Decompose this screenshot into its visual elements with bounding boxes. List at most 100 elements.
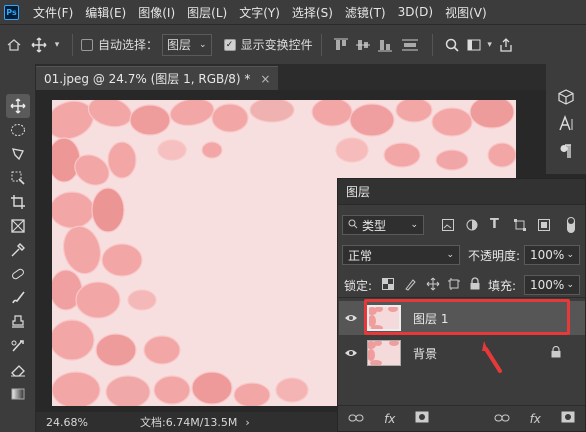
layers-panel: 图层 类型 ⌄ T 正常 ⌄ 不透明度: 100% ⌄ 锁定: 填充: 100%… (337, 178, 586, 432)
layer-name[interactable]: 背景 (413, 345, 437, 362)
eyedropper-icon[interactable] (6, 238, 30, 262)
share-icon[interactable] (495, 37, 517, 52)
divider (320, 33, 322, 56)
3d-cube-icon[interactable] (555, 86, 577, 108)
menu-select[interactable]: 选择(S) (286, 4, 339, 21)
menu-filter[interactable]: 滤镜(T) (339, 4, 392, 21)
lock-icon (551, 345, 561, 361)
filter-adjustment-icon[interactable] (466, 219, 478, 231)
character-icon[interactable] (555, 112, 577, 134)
layer-filter-value: 类型 (362, 218, 387, 233)
fill-label: 填充: (488, 279, 517, 293)
layer-mask-icon[interactable] (415, 411, 429, 426)
menu-edit[interactable]: 编辑(E) (79, 4, 132, 21)
filter-type-icon[interactable]: T (490, 217, 499, 232)
menu-bar: Ps 文件(F) 编辑(E) 图像(I) 图层(L) 文字(Y) 选择(S) 滤… (0, 0, 586, 24)
fill-field[interactable]: 100% ⌄ (524, 275, 580, 295)
opacity-value: 100% (530, 248, 565, 262)
document-tab[interactable]: 01.jpeg @ 24.7% (图层 1, RGB/8) * × (36, 66, 279, 90)
crop-icon[interactable] (6, 190, 30, 214)
fill-value: 100% (530, 278, 565, 292)
divider (431, 33, 433, 56)
frame-icon[interactable] (6, 214, 30, 238)
history-brush-icon[interactable] (6, 334, 30, 358)
layer-thumbnail (367, 340, 401, 366)
blend-mode-value: 正常 (348, 248, 373, 263)
filter-image-icon[interactable] (442, 219, 454, 231)
menu-layer[interactable]: 图层(L) (181, 4, 233, 21)
lasso-icon[interactable] (6, 142, 30, 166)
zoom-level[interactable]: 24.68% (46, 416, 126, 429)
menu-image[interactable]: 图像(I) (132, 4, 181, 21)
divider (72, 33, 73, 56)
eraser-icon[interactable] (6, 358, 30, 382)
gradient-icon[interactable] (6, 382, 30, 406)
annotation-arrow (482, 341, 502, 373)
fx-icon[interactable]: fx (530, 412, 541, 426)
link-layers-icon[interactable] (348, 412, 364, 426)
link-layers-icon[interactable] (494, 412, 510, 426)
layer-row-background[interactable]: 背景 (339, 336, 585, 370)
filter-shape-icon[interactable] (514, 219, 526, 231)
auto-select-label: 自动选择： (98, 38, 159, 52)
chevron-down-icon[interactable]: ▾ (50, 40, 64, 50)
paragraph-icon[interactable] (555, 140, 577, 162)
chevron-down-icon: ⌄ (566, 250, 574, 260)
highlight-box (364, 299, 570, 335)
close-icon[interactable]: × (260, 72, 270, 86)
layers-panel-header: 图层 (338, 179, 585, 205)
layer-filter-dropdown[interactable]: 类型 ⌄ (342, 215, 424, 235)
auto-select-checkbox[interactable] (81, 38, 93, 51)
document-tabs: 01.jpeg @ 24.7% (图层 1, RGB/8) * × (36, 64, 586, 90)
distribute-icon[interactable] (396, 39, 424, 51)
align-top-icon[interactable] (330, 38, 352, 52)
align-middle-icon[interactable] (352, 38, 374, 52)
elliptical-marquee-icon[interactable] (6, 118, 30, 142)
filter-toggle-icon[interactable] (566, 216, 576, 234)
status-arrow-icon[interactable]: › (245, 416, 249, 429)
opacity-field[interactable]: 100% ⌄ (524, 245, 580, 265)
layer-mask-icon[interactable] (561, 411, 575, 426)
menu-3d[interactable]: 3D(D) (392, 5, 439, 19)
auto-select-target-value: 图层 (167, 38, 192, 52)
brush-icon[interactable] (6, 286, 30, 310)
auto-select-target-dropdown[interactable]: 图层 ⌄ (162, 33, 212, 56)
search-icon (348, 218, 358, 232)
eye-icon[interactable] (339, 348, 363, 358)
right-icon-strip (546, 64, 586, 174)
options-bar: ▾ 自动选择： 图层 ⌄ ✓ 显示变换控件 ▾ (0, 24, 586, 64)
move-tool-icon[interactable] (28, 37, 50, 53)
menu-type[interactable]: 文字(Y) (233, 4, 286, 21)
layers-panel-title[interactable]: 图层 (346, 183, 370, 200)
chevron-down-icon[interactable]: ▾ (485, 40, 495, 50)
search-icon[interactable] (441, 38, 463, 52)
chevron-down-icon: ⌄ (446, 250, 454, 260)
show-transform-label: 显示变换控件 (240, 38, 313, 52)
quick-selection-icon[interactable] (6, 166, 30, 190)
tools-panel (0, 64, 36, 432)
eye-icon[interactable] (339, 313, 363, 323)
chevron-down-icon: ⌄ (410, 220, 418, 230)
lock-pixels-icon[interactable] (404, 277, 416, 291)
show-transform-checkbox[interactable]: ✓ (223, 38, 236, 51)
healing-brush-icon[interactable] (6, 262, 30, 286)
align-bottom-icon[interactable] (374, 38, 396, 52)
menu-view[interactable]: 视图(V) (439, 4, 493, 21)
home-icon[interactable] (0, 38, 28, 51)
chevron-down-icon: ⌄ (199, 39, 207, 50)
chevron-down-icon: ⌄ (566, 280, 574, 290)
document-tab-title: 01.jpeg @ 24.7% (图层 1, RGB/8) * (44, 72, 251, 86)
blend-mode-dropdown[interactable]: 正常 ⌄ (342, 245, 460, 265)
document-info: 文档:6.74M/13.5M (140, 416, 238, 429)
menu-file[interactable]: 文件(F) (27, 4, 79, 21)
fx-icon[interactable]: fx (384, 412, 395, 426)
workspace-icon[interactable] (463, 39, 485, 51)
lock-position-icon[interactable] (426, 277, 440, 291)
lock-transparent-icon[interactable] (382, 278, 394, 290)
lock-all-icon[interactable] (470, 277, 480, 290)
filter-smart-object-icon[interactable] (538, 219, 550, 231)
lock-artboard-icon[interactable] (448, 278, 460, 290)
divider (338, 297, 585, 298)
move-tool-icon[interactable] (6, 94, 30, 118)
clone-stamp-icon[interactable] (6, 310, 30, 334)
